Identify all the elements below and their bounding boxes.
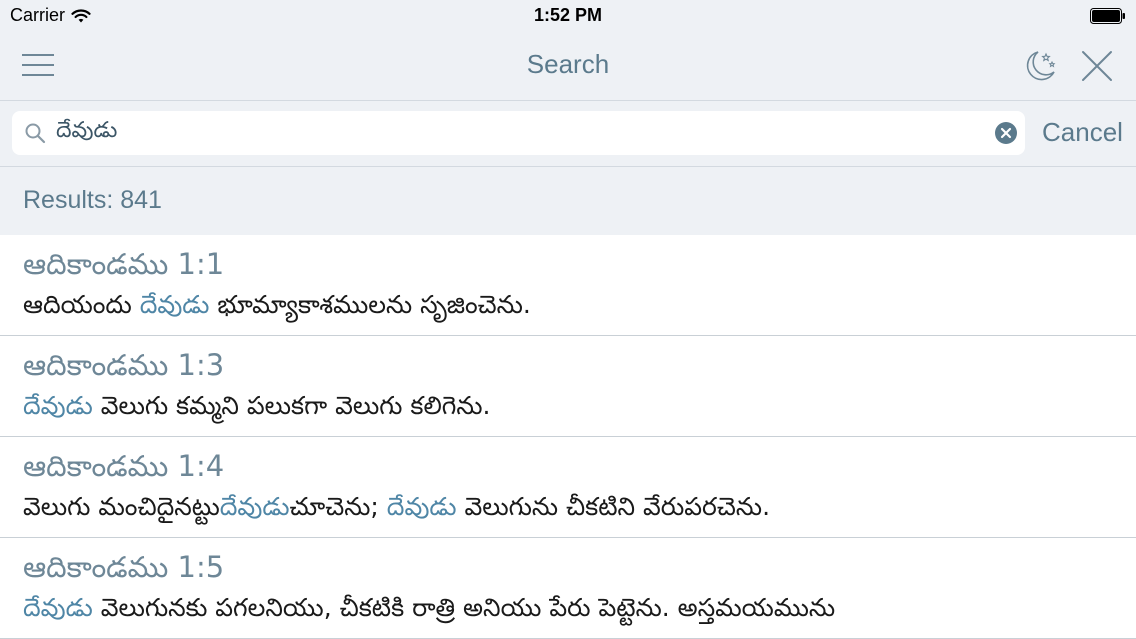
verse-text-part: చూచెను;: [289, 492, 387, 521]
search-highlight: దేవుడు: [23, 391, 93, 420]
cancel-button[interactable]: Cancel: [1042, 117, 1123, 148]
results-count: Results: 841: [23, 186, 162, 214]
search-highlight: దేవుడు: [386, 492, 457, 521]
result-item[interactable]: ఆదికాండము 1:1 ఆదియందు దేవుడు భూమ్యాకాశము…: [0, 235, 1136, 336]
search-highlight: దేవుడు: [139, 290, 210, 319]
verse-text-part: వెలుగును చీకటిని వేరుపరచెను.: [456, 492, 771, 521]
status-time: 1:52 PM: [533, 5, 603, 25]
verse-text-part: ఆదియందు: [23, 290, 140, 319]
results-list: ఆదికాండము 1:1 ఆదియందు దేవుడు భూమ్యాకాశము…: [0, 235, 1136, 639]
search-input[interactable]: [56, 111, 956, 155]
verse-text-part: వెలుగు మంచిదైనట్టు: [23, 492, 220, 521]
verse-text-part: భూమ్యాకాశములను సృజించెను.: [209, 290, 531, 319]
verse-text-part: వెలుగు కమ్మని పలుకగా వెలుగు కలిగెను.: [92, 391, 491, 420]
search-highlight: దేవుడు: [23, 593, 93, 622]
verse-reference: ఆదికాండము 1:3: [23, 348, 225, 382]
battery-icon: [1090, 8, 1125, 24]
status-bar: Carrier 1:52 PM: [0, 0, 1136, 32]
verse-text: దేవుడు వెలుగు కమ్మని పలుకగా వెలుగు కలిగె…: [23, 391, 491, 427]
close-icon[interactable]: [1080, 49, 1114, 83]
verse-text: వెలుగు మంచిదైనట్టుదేవుడుచూచెను; దేవుడు వ…: [23, 492, 770, 528]
search-bar: Cancel: [0, 101, 1136, 167]
hamburger-menu-icon[interactable]: [22, 52, 56, 78]
search-highlight: దేవుడు: [219, 492, 290, 521]
moon-stars-icon[interactable]: [1022, 48, 1058, 84]
verse-text-part: వెలుగునకు పగలనియు, చీకటికి రాత్రి అనియు …: [92, 593, 836, 622]
result-item[interactable]: ఆదికాండము 1:4 వెలుగు మంచిదైనట్టుదేవుడుచూ…: [0, 437, 1136, 538]
verse-text: దేవుడు వెలుగునకు పగలనియు, చీకటికి రాత్రి…: [23, 593, 835, 629]
verse-text: ఆదియందు దేవుడు భూమ్యాకాశములను సృజించెను.: [23, 290, 531, 326]
result-item[interactable]: ఆదికాండము 1:3 దేవుడు వెలుగు కమ్మని పలుకగ…: [0, 336, 1136, 437]
navigation-bar: Search: [0, 32, 1136, 101]
search-field[interactable]: [12, 111, 1025, 155]
verse-reference: ఆదికాండము 1:4: [23, 449, 225, 483]
clear-search-icon[interactable]: [994, 121, 1018, 145]
verse-reference: ఆదికాండము 1:1: [23, 247, 225, 281]
search-icon: [25, 123, 46, 144]
results-header: Results: 841: [0, 167, 1136, 235]
result-item[interactable]: ఆదికాండము 1:5 దేవుడు వెలుగునకు పగలనియు, …: [0, 538, 1136, 639]
verse-reference: ఆదికాండము 1:5: [23, 550, 225, 584]
page-title: Search: [526, 49, 610, 79]
